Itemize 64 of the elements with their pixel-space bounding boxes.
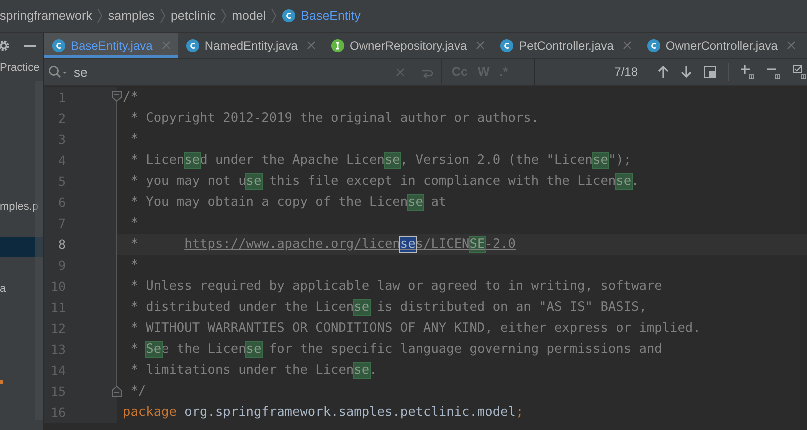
chevron-icon (160, 8, 166, 24)
tab-label: PetController.java (519, 38, 614, 52)
code-line: * WITHOUT WARRANTIES OR CONDITIONS OF ANY KIND, either express or implied. (130, 321, 701, 336)
match-count: 7/18 (614, 65, 638, 79)
code-line: package org.springframework.samples.petclinic.model; (122, 405, 524, 420)
close-icon[interactable] (622, 41, 632, 50)
tree-item[interactable]: a (0, 279, 43, 299)
breadcrumb-item[interactable]: BaseEntity (301, 9, 361, 23)
chevron-icon (221, 8, 228, 24)
tab-label: NamedEntity.java (204, 38, 298, 52)
editor-tab[interactable]: NamedEntity.java (178, 33, 323, 58)
close-icon[interactable] (162, 41, 171, 50)
tab-label: OwnerRepository.java (350, 38, 468, 52)
tree-item[interactable]: Practice (0, 58, 43, 78)
code-line: * (130, 132, 138, 147)
fold-icon[interactable] (112, 385, 122, 397)
code-line: * limitations under the License. (130, 363, 378, 378)
editor-tab[interactable]: OwnerRepository.java (322, 33, 492, 58)
select-all-icon[interactable] (793, 65, 807, 79)
interface-icon (330, 38, 345, 52)
class-icon (282, 9, 296, 23)
close-icon[interactable] (306, 41, 316, 50)
search-icon[interactable] (48, 65, 68, 79)
code-line: * (130, 258, 138, 273)
settings-icon[interactable] (0, 40, 10, 52)
editor-tab[interactable]: OwnerController.java (638, 33, 803, 58)
code-line: * Licensed under the Apache License, Version 2.0 (the "License"); (130, 153, 632, 168)
code-line: * Unless required by applicable law or agreed to in writing, software (130, 279, 662, 294)
class-icon (646, 38, 661, 52)
code-line: /* (122, 90, 138, 105)
search-field[interactable]: se (44, 59, 442, 85)
tab-label: OwnerController.java (666, 38, 778, 52)
code-line: * (130, 216, 138, 231)
close-icon[interactable] (786, 41, 796, 50)
fold-icon[interactable] (112, 91, 122, 103)
marker-icon (0, 380, 3, 384)
breadcrumb-item[interactable]: model (232, 9, 266, 23)
editor-tab[interactable]: PetController.java (492, 33, 639, 58)
tab-label: BaseEntity.java (71, 38, 153, 52)
chevron-icon (97, 8, 104, 24)
class-icon (500, 38, 514, 52)
class-icon (52, 38, 66, 52)
code-line: */ (130, 384, 146, 399)
tree-item[interactable]: mples.p (0, 197, 43, 217)
link[interactable]: https://www.apache.org/licenses/LICENSE-2.0 (184, 237, 516, 252)
line-number: 8 (57, 237, 66, 252)
clear-icon[interactable] (396, 68, 405, 76)
minimize-icon[interactable] (24, 44, 36, 46)
arrow-down-icon[interactable] (681, 66, 692, 78)
arrow-up-icon[interactable] (658, 66, 669, 78)
close-icon[interactable] (476, 41, 486, 50)
code-text: * (130, 237, 140, 252)
code-line: * You may obtain a copy of the License at (130, 195, 447, 210)
editor-tab[interactable]: BaseEntity.java (44, 33, 178, 58)
breadcrumb-item[interactable]: springframework (0, 9, 92, 23)
code-line: * Copyright 2012-2019 the original author or authors. (130, 111, 540, 126)
code-line: * you may not use this file except in compliance with the License. (130, 174, 640, 189)
breadcrumb-item[interactable]: petclinic (170, 9, 216, 23)
code-line: * distributed under the License is distributed on an "AS IS" BASIS, (130, 300, 647, 315)
chevron-icon (271, 8, 278, 24)
class-icon (186, 38, 200, 52)
breadcrumb-item[interactable]: samples (108, 9, 155, 23)
window-icon[interactable] (704, 66, 716, 78)
add-occurrence-icon[interactable] (741, 65, 755, 79)
